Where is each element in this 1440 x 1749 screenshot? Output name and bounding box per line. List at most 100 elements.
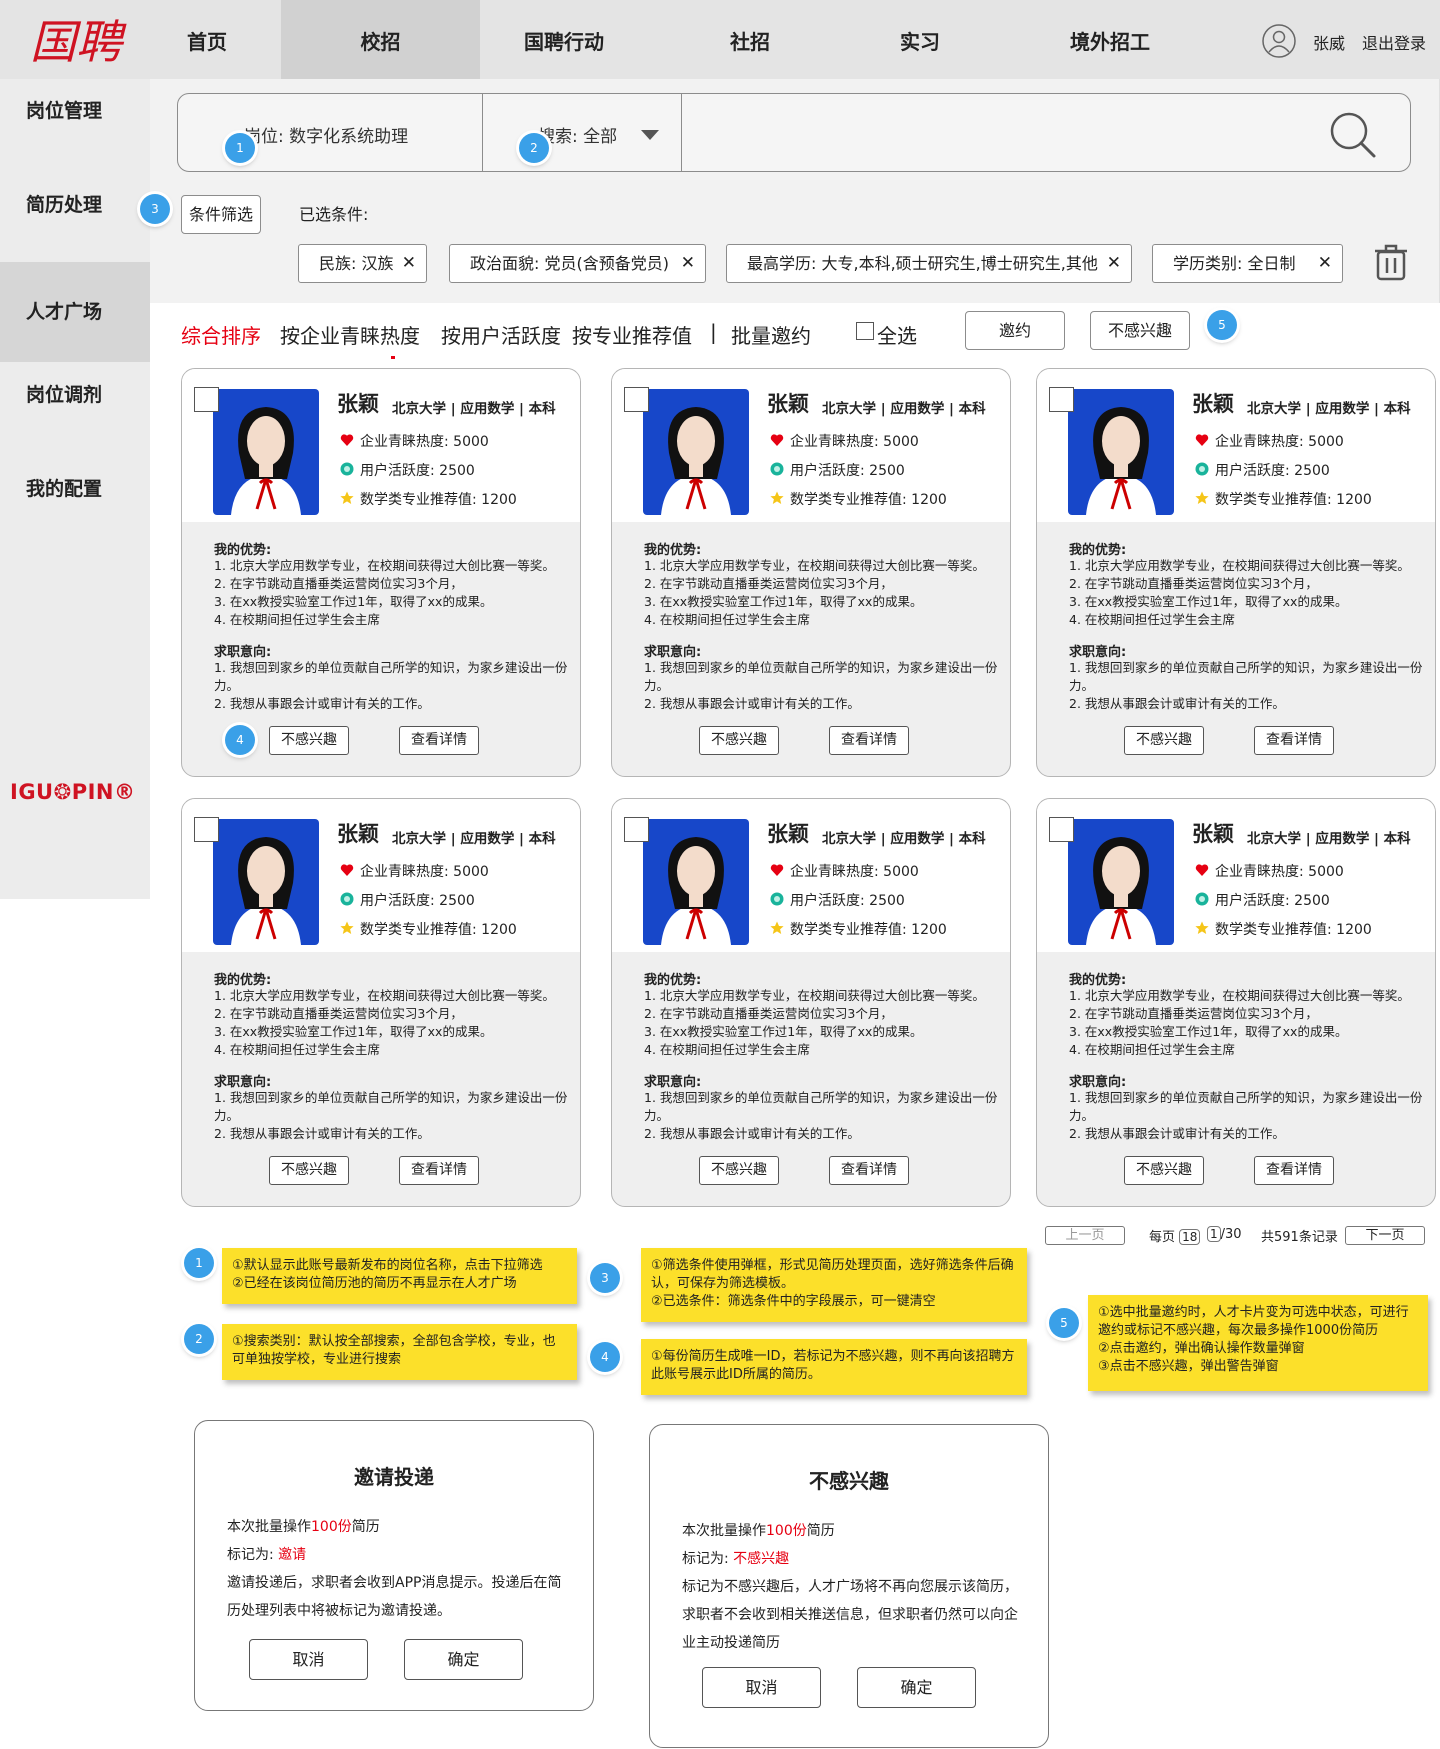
advantage-line: 2. 在字节跳动直播垂类运营岗位实习3个月， bbox=[1069, 576, 1318, 591]
advantage-line: 1. 北京大学应用数学专业，在校期间获得过大创比赛一等奖。 bbox=[214, 558, 555, 573]
sidebar-item-talent-square[interactable]: 人才广场 bbox=[0, 262, 150, 362]
advantage-title: 我的优势: bbox=[1069, 543, 1127, 558]
annotation-marker-4: 4 bbox=[225, 725, 255, 755]
talent-card[interactable]: 张颖 北京大学 | 应用数学 | 本科 企业青睐热度: 5000 用户活跃度: … bbox=[1036, 798, 1436, 1207]
intent-list: 1. 我想回到家乡的单位贡献自己所学的知识，为家乡建设出一份力。 2. 我想从事跟… bbox=[214, 659, 569, 713]
trash-icon[interactable] bbox=[1374, 243, 1408, 281]
talent-card[interactable]: 张颖 北京大学 | 应用数学 | 本科 企业青睐热度: 5000 用户活跃度: … bbox=[1036, 368, 1436, 777]
nav-item-campus[interactable]: 校招 bbox=[281, 0, 480, 79]
confirm-button[interactable]: 确定 bbox=[404, 1639, 523, 1680]
card-checkbox[interactable] bbox=[1049, 817, 1074, 842]
annotation-marker-5: 5 bbox=[1049, 1308, 1079, 1338]
advantage-title: 我的优势: bbox=[214, 973, 272, 988]
card-view-detail-button[interactable]: 查看详情 bbox=[1254, 1156, 1334, 1185]
logout-link[interactable]: 退出登录 bbox=[1362, 30, 1426, 54]
heart-icon bbox=[1195, 864, 1209, 876]
advantage-title: 我的优势: bbox=[644, 543, 702, 558]
dialog-description: 邀请投递后，求职者会收到APP消息提示。投递后在简历处理列表中将被标记为邀请投递… bbox=[227, 1575, 562, 1619]
avatar bbox=[643, 389, 749, 515]
advantage-line: 2. 在字节跳动直播垂类运营岗位实习3个月， bbox=[214, 576, 463, 591]
card-not-interested-button[interactable]: 不感兴趣 bbox=[269, 726, 349, 755]
card-not-interested-button[interactable]: 不感兴趣 bbox=[1124, 726, 1204, 755]
talent-card[interactable]: 张颖 北京大学 | 应用数学 | 本科 企业青睐热度: 5000 用户活跃度: … bbox=[611, 798, 1011, 1207]
card-view-detail-button[interactable]: 查看详情 bbox=[399, 726, 479, 755]
card-view-detail-button[interactable]: 查看详情 bbox=[399, 1156, 479, 1185]
search-bar: 岗位: 数字化系统助理 搜索: 全部 bbox=[177, 93, 1411, 172]
nav-item-internship[interactable]: 实习 bbox=[850, 0, 990, 79]
user-name: 张威 bbox=[1313, 34, 1346, 53]
sidebar-item-resumes[interactable]: 简历处理 bbox=[0, 175, 150, 235]
next-page-button[interactable]: 下一页 bbox=[1345, 1226, 1425, 1245]
condition-filter-button[interactable]: 条件筛选 bbox=[181, 195, 261, 234]
dialog-body: 本次批量操作100份简历 标记为: 不感兴趣 标记为不感兴趣后，人才广场将不再向… bbox=[682, 1517, 1022, 1657]
card-checkbox[interactable] bbox=[194, 817, 219, 842]
chevron-down-icon[interactable] bbox=[641, 130, 659, 140]
cancel-button[interactable]: 取消 bbox=[249, 1639, 368, 1680]
search-category-select[interactable]: 搜索: 全部 bbox=[538, 122, 617, 147]
search-icon[interactable] bbox=[1328, 110, 1378, 160]
sort-major-recommend[interactable]: 按专业推荐值 bbox=[572, 320, 692, 349]
dialog-count-line: 本次批量操作100份简历 bbox=[227, 1513, 567, 1541]
guopin-logo[interactable]: 国聘 bbox=[28, 8, 132, 72]
stat-text: 数学类专业推荐值: 1200 bbox=[790, 922, 947, 938]
star-icon bbox=[340, 921, 354, 934]
card-not-interested-button[interactable]: 不感兴趣 bbox=[1124, 1156, 1204, 1185]
sidebar-item-config[interactable]: 我的配置 bbox=[0, 459, 150, 519]
sort-user-activity[interactable]: 按用户活跃度 bbox=[441, 320, 561, 349]
mark-prefix: 标记为: bbox=[682, 1551, 729, 1567]
select-all-label[interactable]: 全选 bbox=[877, 320, 917, 349]
sidebar-item-adjustment[interactable]: 岗位调剂 bbox=[0, 365, 150, 425]
iguopin-brand-logo: IGU❂PIN® bbox=[10, 780, 136, 804]
confirm-button[interactable]: 确定 bbox=[857, 1667, 976, 1708]
count-suffix: 简历 bbox=[806, 1523, 835, 1539]
avatar bbox=[643, 819, 749, 945]
position-select[interactable]: 岗位: 数字化系统助理 bbox=[244, 122, 408, 147]
annotation-marker-1: 1 bbox=[225, 133, 255, 163]
talent-card[interactable]: 张颖 北京大学 | 应用数学 | 本科 企业青睐热度: 5000 用户活跃度: … bbox=[181, 368, 581, 777]
selected-conditions-label: 已选条件: bbox=[299, 205, 369, 224]
nav-item-home[interactable]: 首页 bbox=[150, 0, 264, 79]
advantage-line: 3. 在xx教授实验室工作过1年，取得了xx的成果。 bbox=[214, 594, 493, 609]
intent-title: 求职意向: bbox=[214, 645, 272, 660]
total-records: 共591条记录 bbox=[1261, 1230, 1338, 1245]
card-checkbox[interactable] bbox=[624, 817, 649, 842]
close-icon[interactable]: ✕ bbox=[1107, 245, 1121, 282]
invite-button[interactable]: 邀约 bbox=[965, 311, 1065, 350]
count-suffix: 简历 bbox=[351, 1519, 380, 1535]
card-checkbox[interactable] bbox=[1049, 387, 1074, 412]
card-not-interested-button[interactable]: 不感兴趣 bbox=[699, 1156, 779, 1185]
close-icon[interactable]: ✕ bbox=[681, 245, 695, 282]
card-not-interested-button[interactable]: 不感兴趣 bbox=[699, 726, 779, 755]
per-page-select[interactable]: 18 bbox=[1179, 1229, 1201, 1245]
nav-item-social[interactable]: 社招 bbox=[680, 0, 820, 79]
cancel-button[interactable]: 取消 bbox=[702, 1667, 821, 1708]
user-icon[interactable] bbox=[1262, 24, 1296, 58]
card-view-detail-button[interactable]: 查看详情 bbox=[829, 1156, 909, 1185]
nav-item-guopin-action[interactable]: 国聘行动 bbox=[480, 0, 648, 79]
advantage-list: 1. 北京大学应用数学专业，在校期间获得过大创比赛一等奖。 2. 在字节跳动直播垂… bbox=[214, 557, 569, 629]
close-icon[interactable]: ✕ bbox=[402, 245, 416, 282]
nav-item-overseas[interactable]: 境外招工 bbox=[1010, 0, 1210, 79]
close-icon[interactable]: ✕ bbox=[1318, 245, 1332, 282]
not-interested-button[interactable]: 不感兴趣 bbox=[1090, 311, 1190, 350]
avatar bbox=[213, 389, 319, 515]
search-input[interactable] bbox=[698, 110, 1258, 154]
select-all-checkbox[interactable] bbox=[856, 322, 874, 340]
prev-page-button[interactable]: 上一页 bbox=[1045, 1226, 1125, 1245]
star-icon bbox=[770, 921, 784, 934]
sort-enterprise-heat[interactable]: 按企业青睐热度 bbox=[280, 320, 420, 349]
sort-composite[interactable]: 综合排序 bbox=[181, 320, 261, 349]
card-checkbox[interactable] bbox=[624, 387, 649, 412]
current-page-input[interactable]: 1 bbox=[1207, 1226, 1221, 1242]
stat-text: 数学类专业推荐值: 1200 bbox=[1215, 492, 1372, 508]
sidebar-item-positions[interactable]: 岗位管理 bbox=[0, 81, 150, 141]
card-view-detail-button[interactable]: 查看详情 bbox=[829, 726, 909, 755]
talent-card[interactable]: 张颖 北京大学 | 应用数学 | 本科 企业青睐热度: 5000 用户活跃度: … bbox=[181, 798, 581, 1207]
batch-invite-toggle[interactable]: 批量邀约 bbox=[731, 320, 811, 349]
page-indicator: 1/30 bbox=[1207, 1226, 1242, 1242]
card-checkbox[interactable] bbox=[194, 387, 219, 412]
intent-line: 2. 我想从事跟会计或审计有关的工作。 bbox=[1069, 696, 1285, 711]
card-view-detail-button[interactable]: 查看详情 bbox=[1254, 726, 1334, 755]
talent-card[interactable]: 张颖 北京大学 | 应用数学 | 本科 企业青睐热度: 5000 用户活跃度: … bbox=[611, 368, 1011, 777]
card-not-interested-button[interactable]: 不感兴趣 bbox=[269, 1156, 349, 1185]
